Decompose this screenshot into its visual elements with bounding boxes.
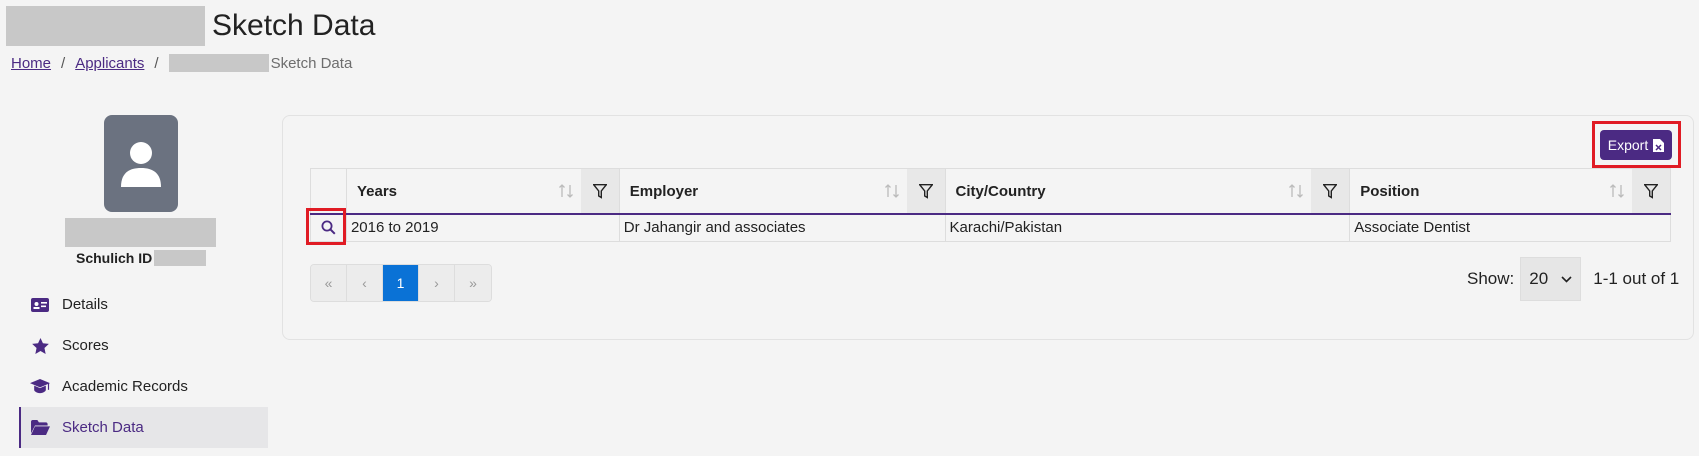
page-size-label: Show: <box>1467 269 1515 288</box>
column-header-employer[interactable]: Employer <box>618 168 946 215</box>
sidebar-item-academic-records[interactable]: Academic Records <box>19 366 268 407</box>
redacted-id <box>154 250 207 266</box>
export-button[interactable]: Export <box>1600 130 1672 160</box>
sort-icon[interactable] <box>551 184 581 198</box>
breadcrumb-applicants-link[interactable]: Applicants <box>75 55 144 72</box>
filter-icon[interactable] <box>1632 169 1670 213</box>
page-title-text: Sketch Data <box>212 9 376 42</box>
sort-icon[interactable] <box>877 184 907 198</box>
sidebar-item-details[interactable]: Details <box>19 284 268 325</box>
cell-position: Associate Dentist <box>1349 214 1671 242</box>
breadcrumb-separator: / <box>61 54 66 72</box>
star-icon <box>30 336 50 356</box>
breadcrumb-current: Sketch Data <box>270 54 353 72</box>
avatar <box>104 115 178 212</box>
chevron-down-icon <box>1561 275 1572 283</box>
table-header-row: Years Employer City/Country Position <box>310 168 1671 215</box>
breadcrumb-separator: / <box>154 54 159 72</box>
filter-icon[interactable] <box>1311 169 1350 213</box>
sidebar-item-scores[interactable]: Scores <box>19 325 268 366</box>
last-page-button[interactable]: » <box>455 265 491 301</box>
export-button-label: Export <box>1607 137 1649 153</box>
page-size-select[interactable]: 20 <box>1520 257 1582 301</box>
schulich-id-label: Schulich ID <box>76 250 153 266</box>
results-count: 1-1 out of 1 <box>1593 269 1680 288</box>
next-page-button[interactable]: › <box>419 265 455 301</box>
sort-icon[interactable] <box>1602 184 1632 198</box>
cell-years: 2016 to 2019 <box>345 214 620 242</box>
prev-page-button[interactable]: ‹ <box>347 265 383 301</box>
page-1-button[interactable]: 1 <box>383 265 419 301</box>
folder-open-icon <box>30 418 50 438</box>
page-title: Sketch Data <box>6 6 375 46</box>
view-row-highlight-box <box>306 208 346 245</box>
sidebar-item-sketch-data[interactable]: Sketch Data <box>19 407 268 448</box>
sidebar-item-label: Academic Records <box>62 378 188 395</box>
filter-icon[interactable] <box>906 169 945 213</box>
first-page-button[interactable]: « <box>311 265 347 301</box>
page-size-control: Show: 20 1-1 out of 1 <box>1467 257 1679 301</box>
column-header-years[interactable]: Years <box>345 168 620 215</box>
column-header-city-country[interactable]: City/Country <box>944 168 1350 215</box>
redacted-name <box>168 54 269 72</box>
sidebar-nav: Details Scores Academic Records Sketch D… <box>19 284 268 448</box>
sort-icon[interactable] <box>1281 184 1311 198</box>
cell-city-country: Karachi/Pakistan <box>944 214 1350 242</box>
filter-icon[interactable] <box>580 169 619 213</box>
sidebar-item-label: Details <box>62 296 108 313</box>
excel-file-icon <box>1653 138 1665 152</box>
user-icon <box>121 141 161 187</box>
breadcrumb: Home / Applicants / Sketch Data <box>11 54 352 72</box>
id-card-icon <box>30 295 50 315</box>
redacted-name <box>6 6 205 46</box>
column-header-position[interactable]: Position <box>1349 168 1671 215</box>
schulich-id: Schulich ID <box>76 250 207 266</box>
pagination: « ‹ 1 › » <box>310 264 492 302</box>
redacted-applicant-name <box>65 218 216 247</box>
table-row: 2016 to 2019 Dr Jahangir and associates … <box>310 214 1671 242</box>
sketch-data-table: Years Employer City/Country Position 201… <box>310 168 1671 242</box>
page-size-value: 20 <box>1529 269 1549 288</box>
sidebar-item-label: Scores <box>62 337 109 354</box>
cell-employer: Dr Jahangir and associates <box>618 214 946 242</box>
sidebar-item-label: Sketch Data <box>62 419 144 436</box>
graduation-cap-icon <box>30 377 50 397</box>
breadcrumb-home-link[interactable]: Home <box>11 55 51 72</box>
